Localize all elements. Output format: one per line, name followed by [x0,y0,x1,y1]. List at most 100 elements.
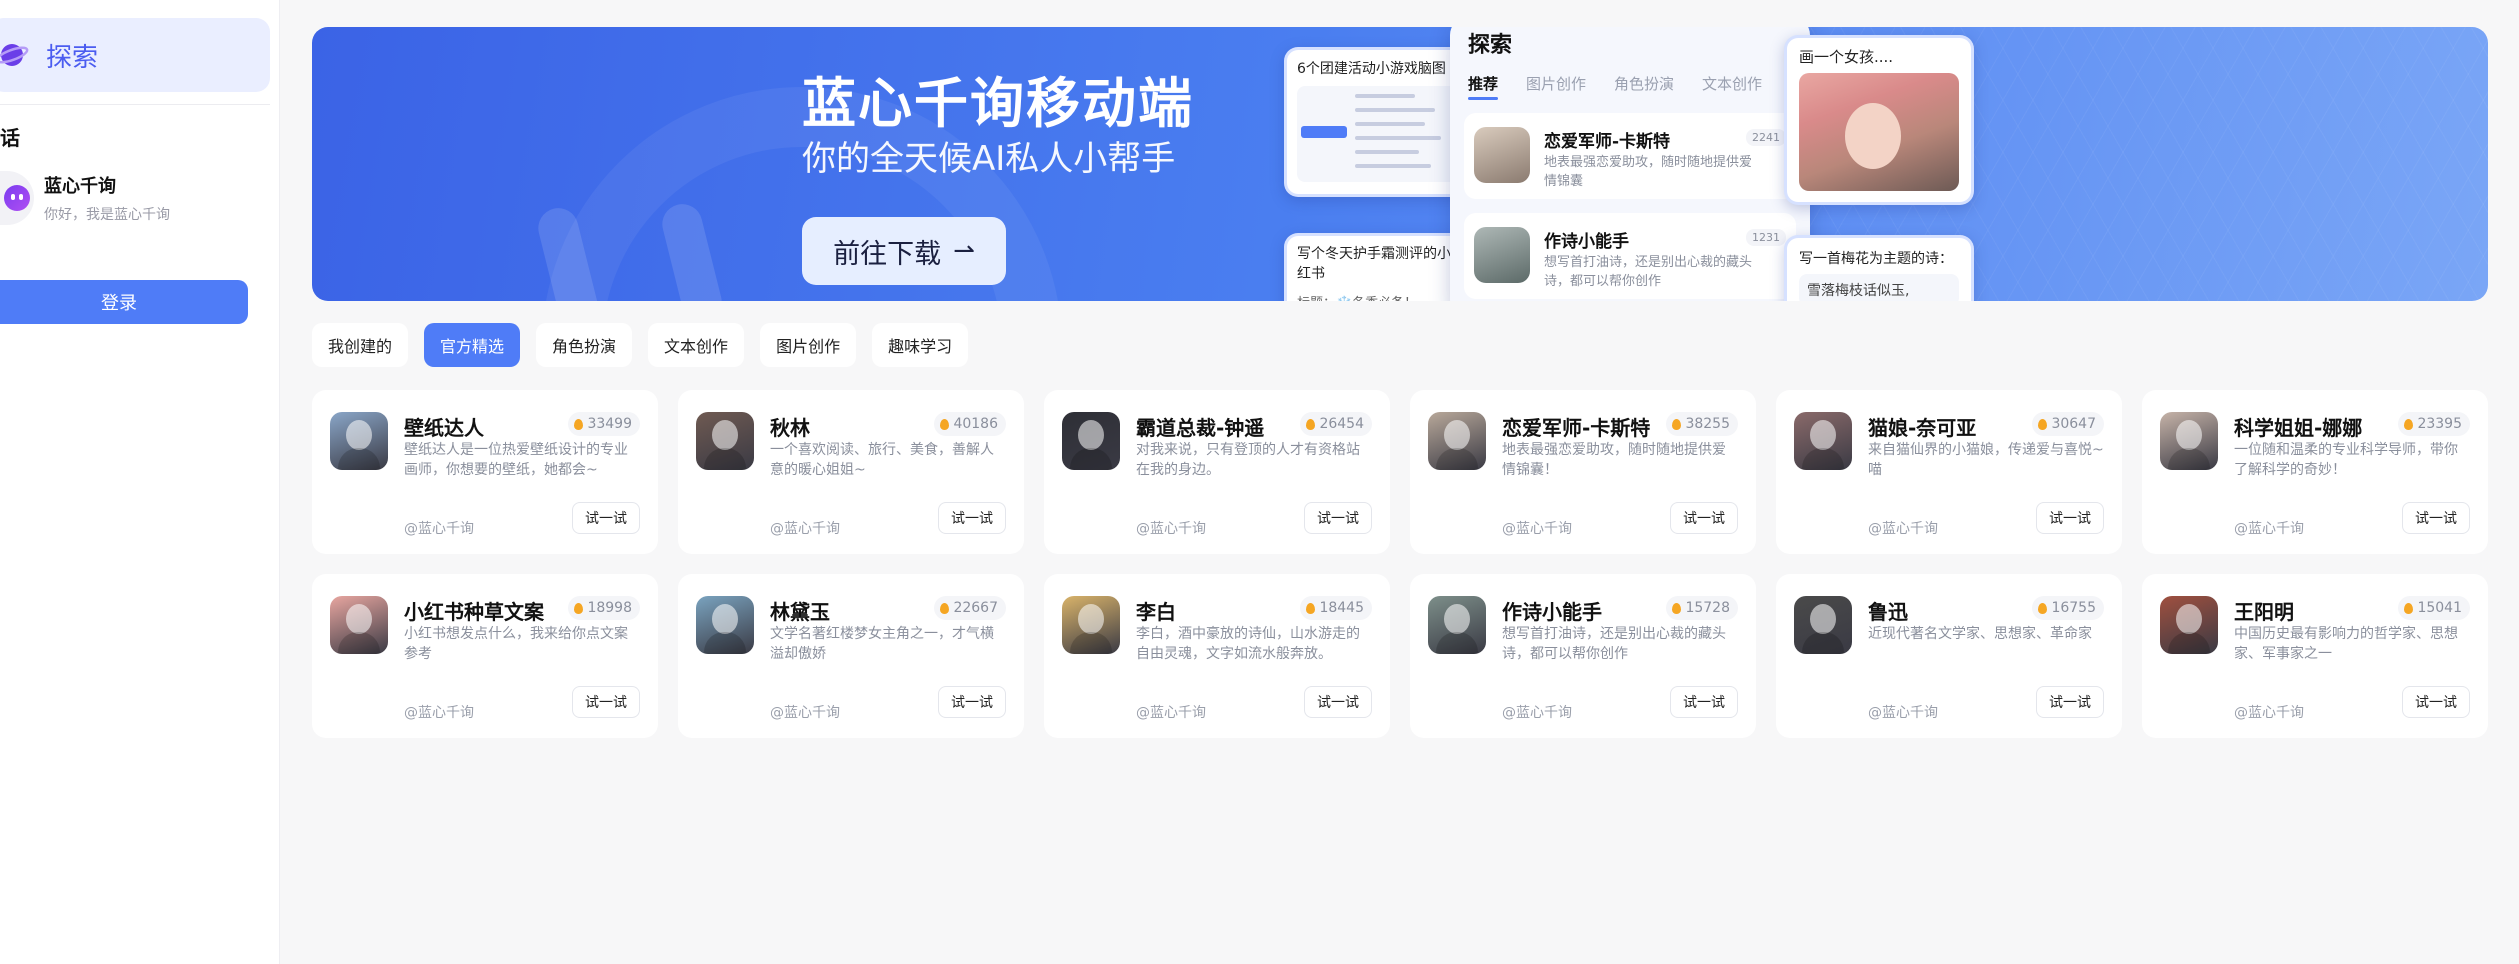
agent-author: @蓝心千询 [1868,705,1938,721]
phone-item-count: 1231 [1746,229,1786,246]
try-button[interactable]: 试一试 [938,502,1006,534]
sidebar-item-label: 探索 [46,42,99,73]
mindmap-thumbnail [1297,86,1461,182]
agent-card[interactable]: 李白 18445 李白，酒中豪放的诗仙，山水游走的自由灵魂，文字如流水般奔放。 @蓝心… [1044,574,1390,738]
avatar [1474,127,1530,183]
avatar [1428,596,1486,654]
preview-card-drawing: 画一个女孩.... [1784,35,1974,205]
agent-description: 对我来说，只有登顶的人才有资格站在我的身边。 [1136,442,1360,478]
bot-face-icon [4,185,30,211]
avatar [1794,596,1852,654]
preview-card-title: 画一个女孩.... [1799,48,1894,66]
fire-icon [940,418,950,430]
avatar [1062,412,1120,470]
tab-fun-learning[interactable]: 趣味学习 [872,323,969,367]
sidebar-item-explore[interactable]: 探索 [0,18,270,92]
agent-card[interactable]: 霸道总裁-钟遥 26454 对我来说，只有登顶的人才有资格站在我的身边。 @蓝心千询 试… [1044,390,1390,554]
fire-icon [2404,418,2414,430]
try-button[interactable]: 试一试 [1670,502,1738,534]
usage-count: 16755 [2051,600,2096,616]
phone-tab: 角色扮演 [1614,75,1675,93]
try-button[interactable]: 试一试 [1670,686,1738,718]
promo-banner[interactable]: 蓝心千询移动端 你的全天候AI私人小帮手 前往下载 ⇀ 6个团建活动小游戏脑图 … [312,27,2488,301]
try-button[interactable]: 试一试 [2036,502,2104,534]
phone-list-item: 恋爱军师-卡斯特 地表最强恋爱助攻，随时随地提供爱情锦囊 2241 [1464,113,1796,199]
preview-card-poem: 写一首梅花为主题的诗： 雪落梅枝话似玉, [1784,235,1974,301]
agent-name: 鲁迅 [1868,600,1908,624]
preview-card-title: 写个冬天护手霜测评的小红书 [1297,246,1451,282]
tab-image-creation[interactable]: 图片创作 [760,323,857,367]
agent-card[interactable]: 恋爱军师-卡斯特 38255 地表最强恋爱助攻，随时随地提供爱情锦囊！ @蓝心千询 试一… [1410,390,1756,554]
try-button[interactable]: 试一试 [938,686,1006,718]
usage-count-badge: 18445 [1300,596,1372,620]
try-button[interactable]: 试一试 [2036,686,2104,718]
agent-card[interactable]: 王阳明 15041 中国历史最有影响力的哲学家、思想家、军事家之一 @蓝心千询 试一试 [2142,574,2488,738]
usage-count-badge: 18998 [568,596,640,620]
try-button[interactable]: 试一试 [572,686,640,718]
agent-author: @蓝心千询 [1502,521,1572,537]
agent-author: @蓝心千询 [770,521,840,537]
agent-description: 文学名著红楼梦女主角之一，才气横溢却傲娇 [770,626,994,662]
agent-author: @蓝心千询 [1136,705,1206,721]
agent-card[interactable]: 小红书种草文案 18998 小红书想发点什么，我来给你点文案参考 @蓝心千询 试一试 [312,574,658,738]
try-button[interactable]: 试一试 [2402,502,2470,534]
agent-card[interactable]: 秋林 40186 一个喜欢阅读、旅行、美食，善解人意的暖心姐姐~ @蓝心千询 试一试 [678,390,1024,554]
tab-official-picks[interactable]: 官方精选 [424,323,521,367]
agent-card[interactable]: 壁纸达人 33499 壁纸达人是一位热爱壁纸设计的专业画师，你想要的壁纸，她都会~ @… [312,390,658,554]
phone-item-desc: 想写首打油诗，还是别出心裁的藏头诗，都可以帮你创作 [1544,255,1753,289]
agent-description: 一个喜欢阅读、旅行、美食，善解人意的暖心姐姐~ [770,442,994,478]
agent-author: @蓝心千询 [1502,705,1572,721]
download-button[interactable]: 前往下载 ⇀ [802,217,1006,285]
avatar [1474,227,1530,283]
phone-mockup: 探索 推荐 图片创作 角色扮演 文本创作 恋爱军师-卡斯特 地表最强恋爱助攻，随… [1450,27,1810,301]
fire-icon [1672,418,1682,430]
avatar [330,412,388,470]
login-button[interactable]: 登录 [0,280,248,324]
generated-image [1799,73,1959,191]
tab-text-creation[interactable]: 文本创作 [648,323,745,367]
try-button[interactable]: 试一试 [2402,686,2470,718]
download-button-label: 前往下载 [833,238,942,270]
usage-count-badge: 22667 [934,596,1006,620]
agent-card[interactable]: 猫娘-奈可亚 30647 来自猫仙界的小猫娘，传递爱与喜悦~喵 @蓝心千询 试一试 [1776,390,2122,554]
agent-card[interactable]: 作诗小能手 15728 想写首打油诗，还是别出心裁的藏头诗，都可以帮你创作 @蓝心千询… [1410,574,1756,738]
agent-description: 一位随和温柔的专业科学导师，带你了解科学的奇妙！ [2234,442,2458,478]
agent-card[interactable]: 科学姐姐-娜娜 23395 一位随和温柔的专业科学导师，带你了解科学的奇妙！ @蓝心千… [2142,390,2488,554]
agent-name: 秋林 [770,416,810,440]
agent-author: @蓝心千询 [404,705,474,721]
fire-icon [574,418,584,430]
usage-count-badge: 23395 [2398,412,2470,436]
try-button[interactable]: 试一试 [1304,686,1372,718]
banner-title: 蓝心千询移动端 [802,72,1194,135]
try-button[interactable]: 试一试 [1304,502,1372,534]
try-button[interactable]: 试一试 [572,502,640,534]
agent-card[interactable]: 林黛玉 22667 文学名著红楼梦女主角之一，才气横溢却傲娇 @蓝心千询 试一试 [678,574,1024,738]
agent-name: 小红书种草文案 [404,600,544,624]
usage-count-badge: 40186 [934,412,1006,436]
usage-count-badge: 30647 [2032,412,2104,436]
explore-planet-icon [0,44,29,66]
phone-item-name: 作诗小能手 [1544,232,1629,252]
tab-my-created[interactable]: 我创建的 [312,323,409,367]
category-tabs: 我创建的 官方精选 角色扮演 文本创作 图片创作 趣味学习 [312,323,969,367]
phone-title: 探索 [1468,33,1513,58]
agent-card[interactable]: 鲁迅 16755 近现代著名文学家、思想家、革命家 @蓝心千询 试一试 [1776,574,2122,738]
avatar [696,412,754,470]
usage-count: 15728 [1685,600,1730,616]
agent-card-grid: 壁纸达人 33499 壁纸达人是一位热爱壁纸设计的专业画师，你想要的壁纸，她都会~ @… [312,390,2488,738]
preview-card-xiaohongshu: 写个冬天护手霜测评的小红书 标题：❄️冬季必备！ [1284,233,1474,301]
agent-description: 近现代著名文学家、思想家、革命家 [1868,626,2092,642]
preview-card-title: 6个团建活动小游戏脑图 [1297,61,1446,77]
fire-icon [2404,602,2414,614]
preview-card-snippet: 雪落梅枝话似玉, [1799,274,1959,301]
agent-name: 恋爱军师-卡斯特 [1502,416,1651,440]
usage-count-badge: 38255 [1666,412,1738,436]
agent-description: 李白，酒中豪放的诗仙，山水游走的自由灵魂，文字如流水般奔放。 [1136,626,1360,662]
chat-list-item[interactable]: 蓝心千询 你好，我是蓝心千询 [0,168,270,228]
sidebar-section-title: 话 [0,126,20,150]
sidebar-divider [0,104,270,105]
sidebar: 探索 话 蓝心千询 你好，我是蓝心千询 登录 [0,0,280,964]
usage-count: 18445 [1319,600,1364,616]
agent-name: 科学姐姐-娜娜 [2234,416,2363,440]
tab-role-play[interactable]: 角色扮演 [536,323,633,367]
